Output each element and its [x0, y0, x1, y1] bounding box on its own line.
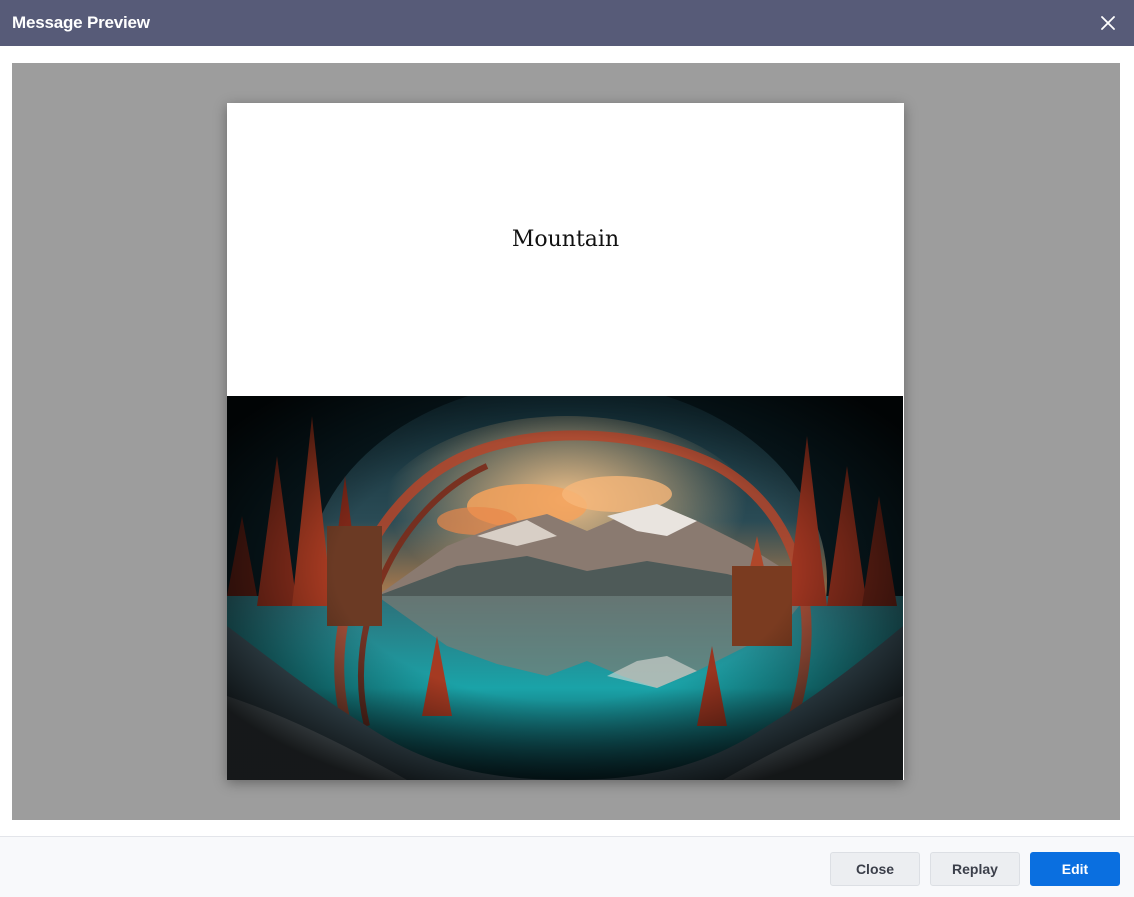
dialog-title: Message Preview	[12, 13, 150, 32]
message-card: Mountain	[227, 103, 904, 780]
close-button[interactable]: Close	[830, 852, 920, 886]
message-text-area: Mountain	[227, 103, 904, 396]
dialog-footer: Close Replay Edit	[0, 836, 1134, 897]
preview-stage: Mountain	[12, 63, 1120, 820]
edit-button[interactable]: Edit	[1030, 852, 1120, 886]
dialog-header: Message Preview	[0, 0, 1134, 46]
landscape-image	[227, 396, 903, 780]
replay-button[interactable]: Replay	[930, 852, 1020, 886]
close-icon[interactable]	[1096, 11, 1120, 35]
message-heading: Mountain	[511, 226, 620, 252]
